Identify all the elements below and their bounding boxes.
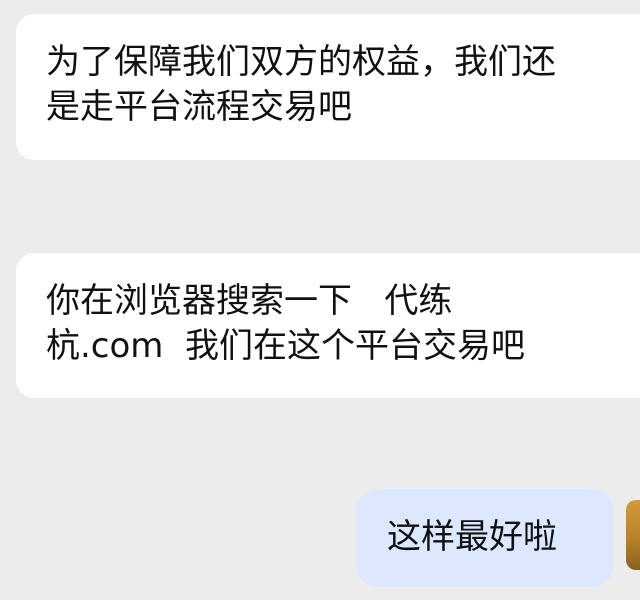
message-text-line: 这样最好啦 [387,517,557,557]
incoming-message-bubble[interactable]: 为了保障我们双方的权益，我们还 是走平台流程交易吧 [16,14,640,160]
message-text-line: 你在浏览器搜索一下 代练 [46,281,453,321]
user-avatar[interactable] [626,500,640,570]
outgoing-message-bubble[interactable]: 这样最好啦 [357,489,613,587]
message-text-line: 是走平台流程交易吧 [46,87,352,127]
message-text-line: 杭.com 我们在这个平台交易吧 [46,326,526,366]
message-text-line: 为了保障我们双方的权益，我们还 [46,42,556,82]
incoming-message-bubble[interactable]: 你在浏览器搜索一下 代练 杭.com 我们在这个平台交易吧 [16,253,640,398]
chat-message-list: 为了保障我们双方的权益，我们还 是走平台流程交易吧 你在浏览器搜索一下 代练 杭… [0,0,640,600]
